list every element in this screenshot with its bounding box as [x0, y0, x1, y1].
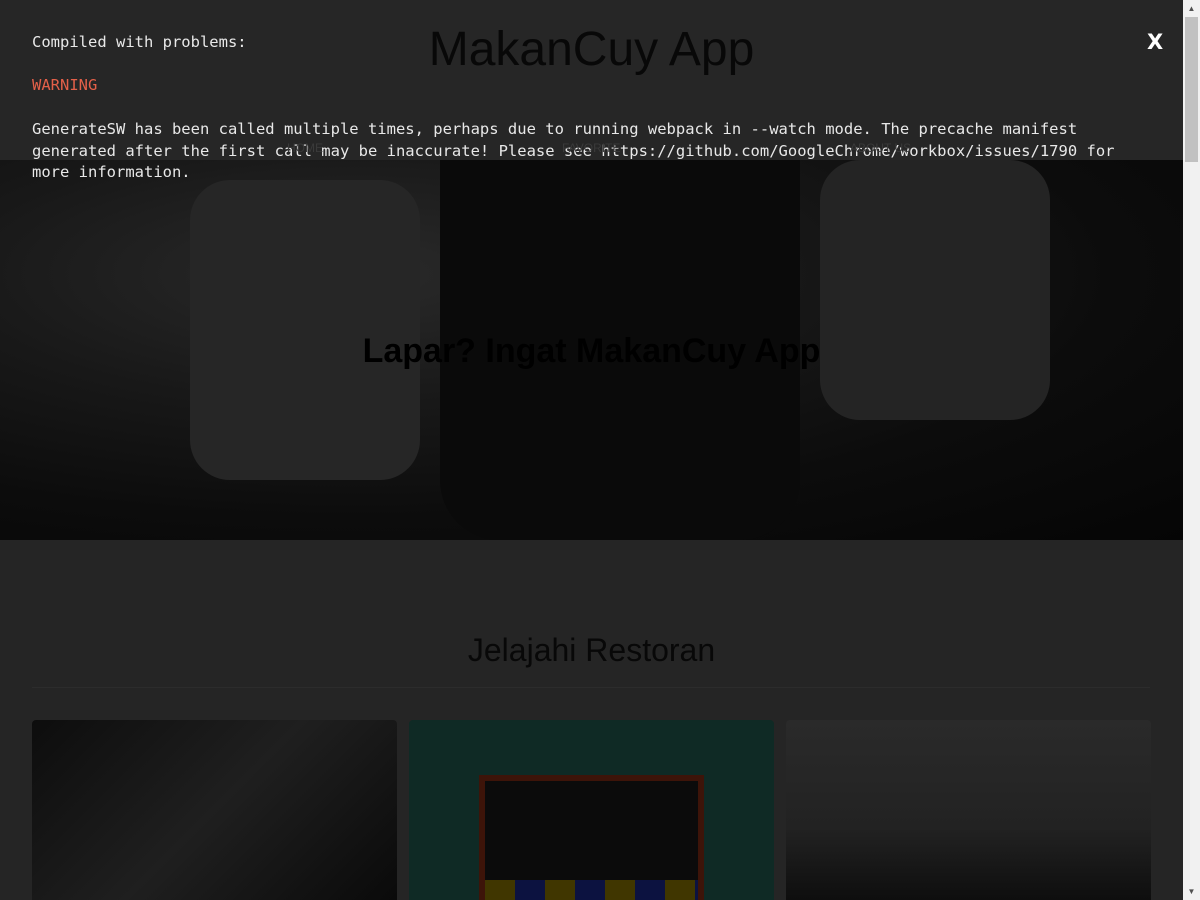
scroll-down-arrow-icon[interactable]: ▼	[1183, 883, 1200, 900]
hero-image-part	[190, 180, 420, 480]
app-title: MakanCuy App	[428, 23, 755, 76]
section-title: Jelajahi Restoran	[467, 632, 716, 668]
nav-home[interactable]: HOME	[287, 141, 323, 155]
warning-label: WARNING	[32, 76, 98, 94]
nav-favorite[interactable]: FAVORITE	[562, 141, 620, 155]
restaurant-card[interactable]	[32, 720, 397, 900]
card-image-part	[485, 880, 698, 900]
page-scrollbar[interactable]: ▲ ▼	[1183, 0, 1200, 900]
restaurant-card[interactable]	[786, 720, 1151, 900]
restaurant-card[interactable]	[409, 720, 774, 900]
section-divider	[32, 687, 1150, 688]
hero-banner: Lapar? Ingat MakanCuy App	[0, 160, 1183, 540]
scroll-up-arrow-icon[interactable]: ▲	[1183, 0, 1200, 17]
scrollbar-thumb[interactable]	[1185, 17, 1198, 162]
hero-tagline: Lapar? Ingat MakanCuy App	[362, 332, 821, 370]
nav-about-us[interactable]: ABOUT US	[850, 141, 911, 155]
